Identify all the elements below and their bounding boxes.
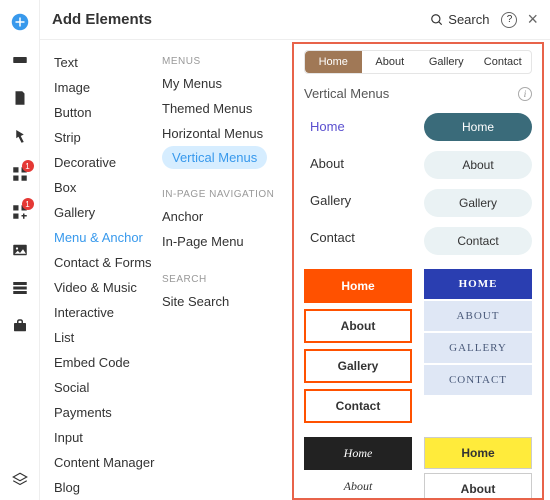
subcategory-list: MENUSMy MenusThemed MenusHorizontal Menu…: [162, 40, 292, 500]
vmenu-item: Home: [304, 269, 412, 303]
vmenu-item: Contact: [424, 227, 532, 255]
category-item[interactable]: Strip: [54, 125, 162, 150]
category-item[interactable]: Blog: [54, 475, 162, 500]
vmenu-item: Home: [424, 437, 532, 469]
vmenu-item: Gallery: [304, 187, 412, 214]
category-item[interactable]: Text: [54, 50, 162, 75]
vmenu-item: GALLERY: [424, 333, 532, 363]
close-button[interactable]: ×: [527, 9, 538, 30]
vmenu-item: HOME: [424, 269, 532, 299]
badge: 1: [22, 198, 34, 210]
search-icon: [430, 13, 444, 27]
search-label: Search: [448, 12, 489, 27]
media-icon[interactable]: [10, 240, 30, 260]
apps2-icon[interactable]: 1: [10, 202, 30, 222]
left-toolbar: 1 1: [0, 0, 40, 500]
category-item[interactable]: Menu & Anchor: [54, 225, 162, 250]
vmenu-item: About: [424, 473, 532, 500]
subcategory-item[interactable]: Themed Menus: [162, 96, 292, 121]
add-icon[interactable]: [10, 12, 30, 32]
hmenu-item: Gallery: [418, 51, 475, 73]
search-button[interactable]: Search: [430, 12, 489, 27]
subcategory-item[interactable]: Horizontal Menus: [162, 121, 292, 146]
cms-icon[interactable]: [10, 278, 30, 298]
vertical-menu-orange[interactable]: Home About Gallery Contact: [304, 269, 412, 423]
subcategory-group-header: MENUS: [162, 50, 292, 71]
category-item[interactable]: Video & Music: [54, 275, 162, 300]
badge: 1: [22, 160, 34, 172]
category-item[interactable]: Payments: [54, 400, 162, 425]
category-item[interactable]: Interactive: [54, 300, 162, 325]
hmenu-item: Contact: [475, 51, 532, 73]
vertical-menu-pills[interactable]: Home About Gallery Contact: [424, 113, 532, 255]
category-item[interactable]: Input: [54, 425, 162, 450]
category-item[interactable]: List: [54, 325, 162, 350]
help-button[interactable]: ?: [501, 12, 517, 28]
vmenu-item: Contact: [304, 389, 412, 423]
panel-header: Add Elements Search ? ×: [40, 0, 550, 40]
category-item[interactable]: Image: [54, 75, 162, 100]
add-elements-panel: Add Elements Search ? × TextImageButtonS…: [40, 0, 550, 500]
subcategory-group-header: SEARCH: [162, 268, 292, 289]
subcategory-item[interactable]: My Menus: [162, 71, 292, 96]
vertical-menu-serif[interactable]: HOME ABOUT GALLERY CONTACT: [424, 269, 532, 423]
layers-icon[interactable]: [10, 470, 30, 490]
section-header: Vertical Menus i: [304, 86, 532, 101]
vmenu-item: CONTACT: [424, 365, 532, 395]
subcategory-group-header: IN-PAGE NAVIGATION: [162, 183, 292, 204]
category-item[interactable]: Button: [54, 100, 162, 125]
business-icon[interactable]: [10, 316, 30, 336]
design-icon[interactable]: [10, 126, 30, 146]
category-item[interactable]: Social: [54, 375, 162, 400]
category-list: TextImageButtonStripDecorativeBoxGallery…: [40, 40, 162, 500]
vmenu-item: About: [304, 309, 412, 343]
subcategory-item[interactable]: Site Search: [162, 289, 292, 314]
panel-title: Add Elements: [52, 11, 430, 28]
horizontal-menu-preview[interactable]: Home About Gallery Contact: [304, 50, 532, 74]
vmenu-item: About: [424, 151, 532, 179]
vmenu-item: About: [304, 150, 412, 177]
category-item[interactable]: Box: [54, 175, 162, 200]
category-item[interactable]: Gallery: [54, 200, 162, 225]
category-item[interactable]: Decorative: [54, 150, 162, 175]
vertical-menu-plain[interactable]: Home About Gallery Contact: [304, 113, 412, 255]
subcategory-item[interactable]: In-Page Menu: [162, 229, 292, 254]
vmenu-item: Home: [424, 113, 532, 141]
vertical-menu-yellow[interactable]: Home About: [424, 437, 532, 500]
preview-area: Home About Gallery Contact Vertical Menu…: [292, 42, 544, 500]
category-item[interactable]: Contact & Forms: [54, 250, 162, 275]
vertical-menu-dark[interactable]: Home About: [304, 437, 412, 500]
category-item[interactable]: Content Manager: [54, 450, 162, 475]
vmenu-item: Home: [304, 437, 412, 470]
vmenu-item: Gallery: [304, 349, 412, 383]
hmenu-item: About: [362, 51, 419, 73]
section-icon[interactable]: [10, 50, 30, 70]
vmenu-item: Gallery: [424, 189, 532, 217]
info-icon[interactable]: i: [518, 87, 532, 101]
section-title: Vertical Menus: [304, 86, 518, 101]
apps-icon[interactable]: 1: [10, 164, 30, 184]
panel-body: TextImageButtonStripDecorativeBoxGallery…: [40, 40, 550, 500]
category-item[interactable]: Embed Code: [54, 350, 162, 375]
vmenu-item: ABOUT: [424, 301, 532, 331]
vmenu-item: About: [304, 470, 412, 500]
subcategory-item[interactable]: Anchor: [162, 204, 292, 229]
subcategory-item[interactable]: Vertical Menus: [162, 146, 267, 169]
page-icon[interactable]: [10, 88, 30, 108]
hmenu-item: Home: [305, 51, 362, 73]
vmenu-item: Home: [304, 113, 412, 140]
vmenu-item: Contact: [304, 224, 412, 251]
